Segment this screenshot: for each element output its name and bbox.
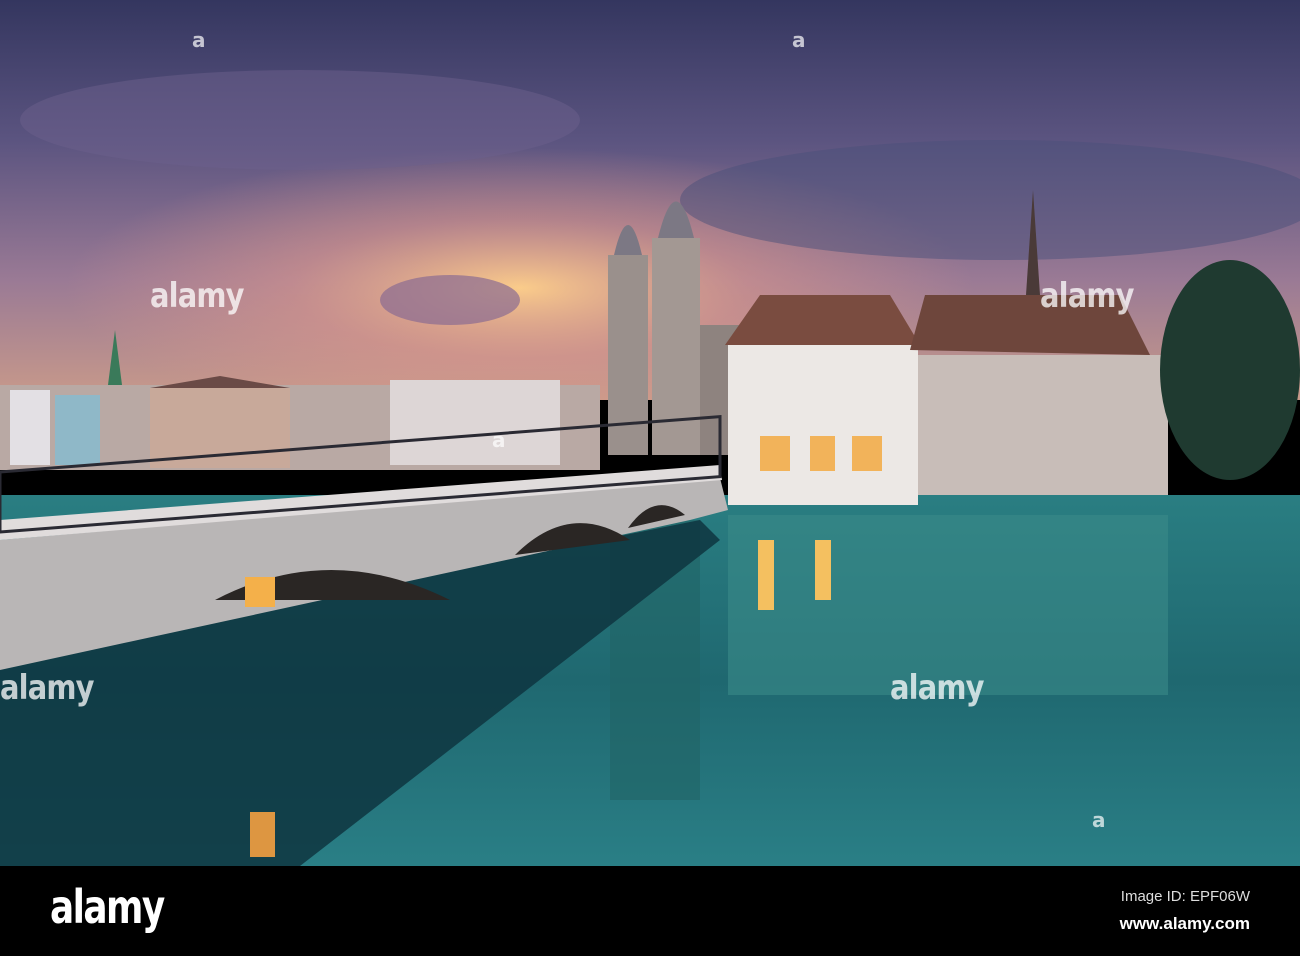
watermark-mark: a (192, 28, 206, 52)
footer-bar: alamy Image ID: EPF06W www.alamy.com (0, 866, 1300, 956)
image-id: Image ID: EPF06W (1120, 888, 1250, 905)
tree (1160, 260, 1300, 480)
watermark: alamy (1040, 276, 1134, 316)
website-link: www.alamy.com (1119, 914, 1250, 933)
watermark: alamy (890, 668, 984, 708)
watermark: alamy (150, 276, 244, 316)
light-reflection (758, 540, 774, 610)
lamp-light (250, 812, 275, 857)
photograph: alamy alamy alamy alamy a a a a (0, 0, 1300, 866)
watermark-mark: a (1092, 808, 1106, 832)
cloud (380, 275, 520, 325)
cloud (20, 70, 580, 170)
helmhaus (725, 295, 920, 505)
watermark: alamy (0, 668, 94, 708)
cloud (680, 140, 1300, 260)
alamy-logo: alamy (50, 880, 165, 934)
light-reflection (815, 540, 831, 600)
watermark-mark: a (792, 28, 806, 52)
scene (0, 0, 1300, 866)
watermark-mark: a (492, 428, 506, 452)
